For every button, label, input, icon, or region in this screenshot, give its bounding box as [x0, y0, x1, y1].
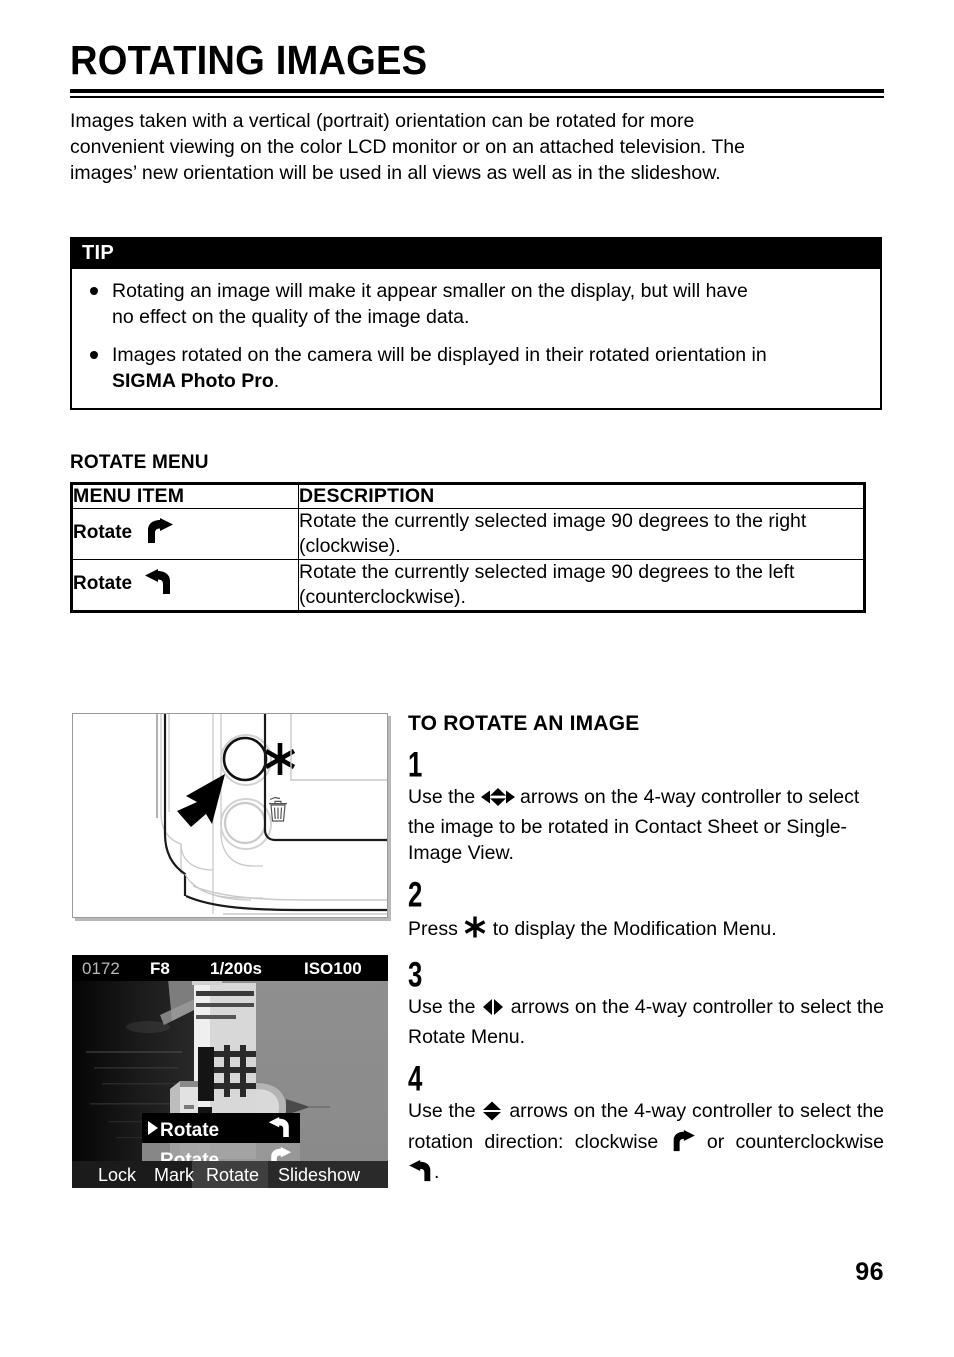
lcd-frame-number: 0172	[82, 959, 120, 978]
lcd-tab-mark: Mark	[154, 1165, 195, 1185]
tip-item: Images rotated on the camera will be dis…	[86, 342, 866, 394]
instructions-title: TO ROTATE AN IMAGE	[408, 712, 640, 735]
tip-item-line-1: Rotating an image will make it appear sm…	[112, 280, 748, 302]
tip-item: Rotating an image will make it appear sm…	[86, 278, 866, 330]
table-header-row: MENU ITEM DESCRIPTION	[71, 483, 865, 509]
step-2: 2 Press to display the Modification Menu…	[408, 875, 884, 946]
step-text-post-1: to display the Modification Menu.	[492, 917, 777, 940]
tip-item-line-2: SIGMA Photo Pro.	[112, 368, 866, 394]
step-text-post-3a: counterclockwise	[735, 1131, 884, 1154]
intro-paragraph: Images taken with a vertical (portrait) …	[70, 108, 886, 186]
column-header-menu-item: MENU ITEM	[71, 483, 299, 509]
page-number: 96	[855, 1258, 884, 1286]
step-text-post-1: arrows on the 4-way controller to	[510, 996, 795, 1019]
camera-illustration	[72, 713, 388, 918]
lcd-iso: ISO100	[304, 959, 362, 978]
lcd-aperture: F8	[150, 959, 170, 978]
step-text-pre: Use the	[408, 1100, 476, 1123]
menu-item-rotate-counterclockwise: Rotate	[71, 559, 299, 612]
intro-line-3: images’ new orientation will be used in …	[70, 162, 721, 184]
step-text-post-3b: .	[434, 1161, 440, 1184]
step-text-post-1: arrows on the 4-way controller to	[509, 1100, 795, 1123]
asterisk-button-icon	[463, 915, 487, 946]
tip-line-tail: .	[273, 370, 280, 392]
step-text: Press to display the Modification Menu.	[408, 915, 884, 946]
step-text: Use the arrows on the 4-way controller t…	[408, 994, 884, 1050]
step-text-pre: Press	[408, 917, 458, 940]
menu-description: Rotate the currently selected image 90 d…	[298, 559, 865, 612]
rotate-counterclockwise-icon	[408, 1160, 434, 1189]
step-number: 2	[408, 875, 422, 915]
desc-line-2: (counterclockwise).	[299, 586, 466, 608]
step-number: 1	[408, 744, 422, 785]
intro-line-2: convenient viewing on the color LCD moni…	[70, 136, 745, 158]
step-number: 4	[408, 1058, 422, 1099]
manual-page: ROTATING IMAGES Images taken with a vert…	[0, 0, 954, 1357]
desc-line-1: Rotate the currently selected image 90 d…	[299, 510, 807, 532]
lcd-tab-slideshow: Slideshow	[278, 1165, 361, 1185]
step-text: Use the arrows on the 4-way controller t…	[408, 1098, 884, 1189]
left-right-arrows-icon	[481, 997, 505, 1024]
up-down-arrows-icon	[481, 1100, 503, 1129]
step-3: 3 Use the arrows on the 4-way controller…	[408, 954, 884, 1050]
title-rule-thin	[70, 96, 884, 98]
tip-item-line-2: no effect on the quality of the image da…	[112, 306, 470, 328]
step-text-post-2b: or	[706, 1131, 725, 1154]
lcd-tab-lock: Lock	[98, 1165, 137, 1185]
rotate-clockwise-icon	[144, 518, 174, 550]
bullet-icon	[90, 287, 98, 295]
lcd-shutter: 1/200s	[210, 959, 262, 978]
lcd-tab-rotate: Rotate	[206, 1165, 259, 1185]
table-row: Rotate Rotate the currently selected ima…	[71, 508, 865, 560]
title-rule-thick	[70, 89, 884, 93]
table-row: Rotate Rotate the currently selected ima…	[71, 559, 865, 612]
rotate-menu-table: MENU ITEM DESCRIPTION Rotate Rotate the …	[70, 482, 866, 613]
tip-bold-term: SIGMA Photo Pro	[112, 370, 274, 392]
step-4: 4 Use the arrows on the 4-way controller…	[408, 1058, 884, 1189]
desc-line-2: (clockwise).	[299, 535, 401, 557]
step-text-pre: Use the	[408, 786, 476, 809]
four-way-arrows-icon	[480, 787, 515, 814]
intro-line-1: Images taken with a vertical (portrait) …	[70, 110, 695, 132]
menu-item-label: Rotate	[73, 573, 133, 594]
step-text-pre: Use the	[408, 996, 476, 1019]
step-number: 3	[408, 954, 422, 994]
lcd-menu-item-0: Rotate	[160, 1120, 219, 1141]
tip-box: TIP Rotating an image will make it appea…	[70, 237, 882, 410]
bullet-icon	[90, 351, 98, 359]
menu-item-label: Rotate	[73, 522, 133, 543]
step-text: Use the arrows on the 4-way controller t…	[408, 784, 884, 866]
step-text-post-1: arrows on the 4-way controller to	[520, 786, 803, 809]
rotate-clockwise-icon	[670, 1130, 696, 1159]
tip-item-line-1: Images rotated on the camera will be dis…	[112, 344, 767, 366]
lcd-screenshot: 0172 F8 1/200s ISO100 Rotate Rotate Lock…	[72, 955, 388, 1188]
title-block: ROTATING IMAGES	[70, 40, 884, 98]
menu-item-rotate-clockwise: Rotate	[71, 508, 299, 560]
menu-description: Rotate the currently selected image 90 d…	[298, 508, 865, 560]
page-title: ROTATING IMAGES	[70, 37, 428, 83]
rotate-counterclockwise-icon	[144, 569, 174, 601]
tip-body: Rotating an image will make it appear sm…	[72, 269, 880, 408]
desc-line-1: Rotate the currently selected image 90 d…	[299, 561, 795, 583]
step-1: 1 Use the arrows on the 4-way controller…	[408, 744, 884, 866]
column-header-description: DESCRIPTION	[298, 483, 865, 509]
rotate-menu-heading: ROTATE MENU	[70, 452, 209, 473]
tip-header: TIP	[72, 239, 880, 269]
instructions-panel: TO ROTATE AN IMAGE 1 Use the arrows on t…	[408, 712, 884, 1203]
